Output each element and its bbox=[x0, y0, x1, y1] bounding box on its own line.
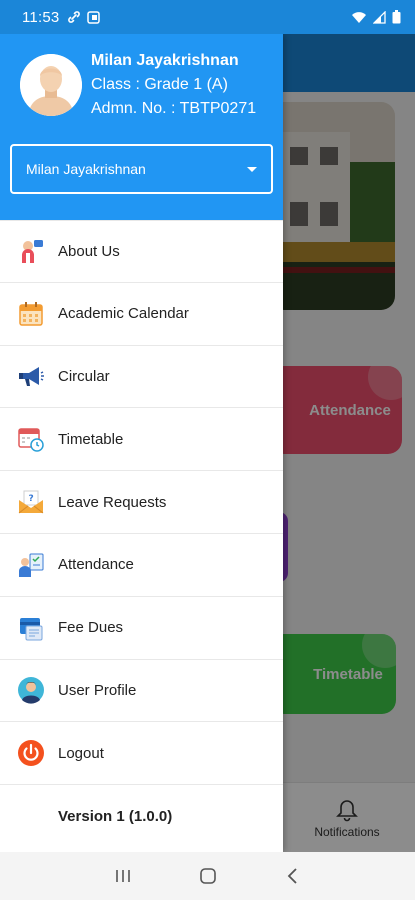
student-selector-dropdown[interactable]: Milan Jayakrishnan bbox=[10, 144, 273, 194]
drawer-menu: About Us Academic Calendar Circular Time… bbox=[0, 220, 283, 847]
menu-item-academic-calendar[interactable]: Academic Calendar bbox=[0, 283, 283, 346]
navigation-drawer: Milan Jayakrishnan Class : Grade 1 (A) A… bbox=[0, 34, 283, 852]
menu-item-leave-requests[interactable]: ? Leave Requests bbox=[0, 471, 283, 534]
menu-item-about-us[interactable]: About Us bbox=[0, 220, 283, 283]
avatar bbox=[20, 54, 82, 116]
menu-label: User Profile bbox=[58, 681, 137, 699]
about-us-icon bbox=[16, 236, 46, 266]
app-version: Version 1 (1.0.0) bbox=[58, 807, 173, 825]
menu-item-circular[interactable]: Circular bbox=[0, 346, 283, 409]
attendance-icon bbox=[16, 550, 46, 580]
home-icon bbox=[199, 868, 216, 884]
drawer-header: Milan Jayakrishnan Class : Grade 1 (A) A… bbox=[0, 34, 283, 220]
menu-label: Academic Calendar bbox=[58, 305, 189, 323]
back-icon bbox=[287, 868, 297, 884]
menu-label: Timetable bbox=[58, 430, 124, 448]
menu-label: Logout bbox=[58, 744, 104, 762]
menu-item-user-profile[interactable]: User Profile bbox=[0, 660, 283, 723]
status-bar: 11:53 bbox=[0, 0, 415, 34]
screenshot-icon bbox=[87, 10, 101, 24]
svg-text:?: ? bbox=[29, 494, 34, 504]
link-icon bbox=[68, 11, 81, 23]
status-time: 11:53 bbox=[22, 8, 60, 26]
user-profile-icon bbox=[16, 675, 46, 705]
back-button[interactable] bbox=[273, 856, 313, 896]
admission-number: Admn. No. : TBTP0271 bbox=[91, 100, 257, 117]
timetable-icon bbox=[16, 424, 46, 454]
menu-label: Attendance bbox=[58, 556, 134, 574]
calendar-icon bbox=[16, 299, 46, 329]
menu-label: Circular bbox=[58, 367, 110, 385]
menu-item-fee-dues[interactable]: Fee Dues bbox=[0, 597, 283, 660]
menu-label: About Us bbox=[58, 242, 120, 260]
leave-request-icon: ? bbox=[16, 487, 46, 517]
menu-label: Leave Requests bbox=[58, 493, 167, 511]
menu-item-timetable[interactable]: Timetable bbox=[0, 408, 283, 472]
signal-icon bbox=[373, 10, 386, 24]
recent-apps-button[interactable] bbox=[103, 856, 143, 896]
menu-item-attendance[interactable]: Attendance bbox=[0, 534, 283, 597]
menu-label: Fee Dues bbox=[58, 619, 124, 637]
wifi-icon bbox=[352, 11, 366, 23]
student-name: Milan Jayakrishnan bbox=[91, 52, 239, 69]
menu-item-logout[interactable]: Logout bbox=[0, 722, 283, 786]
megaphone-icon bbox=[16, 361, 46, 391]
fee-dues-icon bbox=[16, 613, 46, 643]
recent-apps-icon bbox=[115, 870, 130, 882]
chevron-down-icon bbox=[247, 166, 257, 172]
selected-student: Milan Jayakrishnan bbox=[26, 161, 146, 177]
student-class: Class : Grade 1 (A) bbox=[91, 76, 228, 93]
battery-icon bbox=[392, 10, 401, 24]
home-button[interactable] bbox=[188, 856, 228, 896]
system-navigation-bar bbox=[0, 852, 415, 900]
power-icon bbox=[16, 738, 46, 768]
